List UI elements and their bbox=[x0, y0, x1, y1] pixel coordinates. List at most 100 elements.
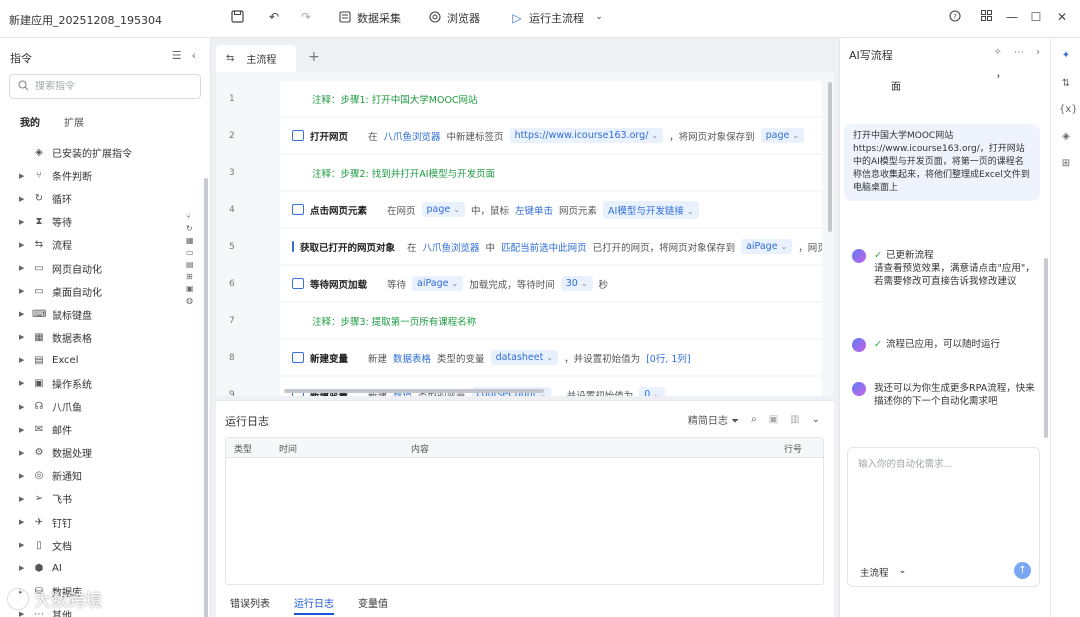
installed-extensions-item[interactable]: ▶ ◈ 已安装的扩展指令 bbox=[0, 141, 200, 164]
command-search[interactable] bbox=[9, 74, 201, 99]
sidebar-item-feishu[interactable]: ▶ ➢ 飞书 bbox=[0, 487, 200, 510]
minimize-icon[interactable]: — bbox=[1005, 10, 1019, 24]
col-time: 时间 bbox=[279, 445, 298, 455]
search-icon[interactable]: ⌕ bbox=[751, 414, 757, 425]
param-chip[interactable]: https://www.icourse163.org/⌄ bbox=[509, 128, 664, 143]
maximize-icon[interactable]: ☐ bbox=[1029, 10, 1043, 24]
chevron-down-icon[interactable]: ⌄ bbox=[812, 414, 820, 425]
param-text: ，将网页对象保存到 bbox=[669, 131, 755, 143]
globe-mini-icon: ◍ bbox=[186, 296, 193, 305]
flow-lines: 1 注释：步骤1: 打开中国大学MOOC网站 2 打开网页在八爪鱼浏览器 中新建标签页 h… bbox=[216, 80, 834, 396]
flow-line[interactable]: 1 注释：步骤1: 打开中国大学MOOC网站 bbox=[216, 80, 834, 117]
action-line[interactable]: 点击网页元素 在网页 page ⌄ 中，鼠标 左键单击 网页元素 AI模型与开发链接 ⌄ bbox=[280, 192, 822, 227]
ai-input-field[interactable] bbox=[858, 456, 1028, 516]
sidebar-item-mail[interactable]: ▶ ✉ 邮件 bbox=[0, 418, 200, 441]
action-line[interactable]: 新建变量新建数值类型的变量courseCount⌄，并设置初始值为0⌄ bbox=[280, 377, 822, 396]
flow-line[interactable]: 4 点击网页元素 在网页 page ⌄ 中，鼠标 左键单击 网页元素 AI模型与开发链接 ⌄ bbox=[216, 191, 834, 228]
sidebar-item-notify[interactable]: ▶ ◎ 新通知 bbox=[0, 464, 200, 487]
sidebar-item-os[interactable]: ▶ ▣ 操作系统 bbox=[0, 372, 200, 395]
layers-icon[interactable]: ◈ bbox=[1059, 131, 1073, 145]
param-chip[interactable]: datasheet ⌄ bbox=[490, 350, 559, 365]
sidebar-item-web-automation[interactable]: ▶ ▭ 网页自动化 bbox=[0, 256, 200, 279]
tab-error-list[interactable]: 错误列表 bbox=[230, 595, 270, 615]
sidebar-scrollbar[interactable] bbox=[204, 178, 208, 617]
flow-list-icon[interactable]: ⇅ bbox=[1059, 78, 1073, 92]
tab-run-log[interactable]: 运行日志 bbox=[294, 595, 334, 615]
more-icon[interactable]: ⋯ bbox=[1014, 47, 1024, 58]
sidebar-item-condition[interactable]: ▶ ⑂ 条件判断 bbox=[0, 164, 200, 187]
send-button[interactable]: ↑ bbox=[1014, 562, 1031, 579]
param-chip[interactable]: page ⌄ bbox=[760, 128, 805, 143]
param-chip-value: aiPage bbox=[417, 278, 449, 289]
sidebar-item-doc[interactable]: ▶ ▯ 文档 bbox=[0, 534, 200, 557]
comment-line[interactable]: 注释：步骤2: 找到并打开AI模型与开发页面 bbox=[280, 155, 822, 190]
ai-panel-scrollbar[interactable] bbox=[1044, 258, 1048, 438]
undo-button[interactable]: ↶ bbox=[267, 10, 281, 24]
sidebar-item-data-table[interactable]: ▶ ▦ 数据表格 bbox=[0, 326, 200, 349]
action-line[interactable]: 等待网页加载 等待 aiPage ⌄ 加载完成，等待时间 30 ⌄ 秒 bbox=[280, 266, 822, 301]
plugins-icon[interactable]: ⊞ bbox=[1059, 158, 1073, 172]
param-text: 在网页 bbox=[387, 205, 416, 217]
browser-button[interactable]: 浏览器 bbox=[428, 10, 480, 26]
editor-horizontal-scrollbar[interactable] bbox=[284, 389, 544, 393]
comment-line[interactable]: 注释：步骤1: 打开中国大学MOOC网站 bbox=[280, 81, 822, 116]
param-chip[interactable]: 30 ⌄ bbox=[560, 276, 593, 291]
ai-sparkle-icon[interactable]: ✦ bbox=[1059, 50, 1073, 64]
help-icon[interactable]: ? bbox=[948, 10, 962, 25]
tab-main-flow[interactable]: ⇆ 主流程 bbox=[216, 45, 296, 72]
chevron-right-icon[interactable]: › bbox=[1036, 47, 1040, 58]
sidebar-item-dingtalk[interactable]: ▶ ✈ 钉钉 bbox=[0, 511, 200, 534]
run-dropdown-button[interactable]: ⌄ bbox=[592, 10, 606, 24]
flow-line[interactable]: 2 打开网页 在八爪鱼浏览器 中新建标签页 https://www.icourse163… bbox=[216, 117, 834, 154]
flow-line[interactable]: 3 注释：步骤2: 找到并打开AI模型与开发页面 bbox=[216, 154, 834, 191]
param-chip[interactable]: aiPage ⌄ bbox=[412, 276, 464, 291]
tab-mine[interactable]: 我的 bbox=[20, 114, 40, 129]
save-icon bbox=[230, 10, 244, 24]
sidebar-item-wait[interactable]: ▶ ⧗ 等待 bbox=[0, 210, 200, 233]
export-icon[interactable]: ▣ bbox=[769, 414, 778, 425]
redo-button[interactable]: ↷ bbox=[299, 10, 313, 24]
broom-icon[interactable]: ✧ bbox=[994, 47, 1002, 58]
param-chip[interactable]: page ⌄ bbox=[421, 202, 465, 217]
sidebar-item-ai[interactable]: ▶ ⬢ AI bbox=[0, 557, 200, 580]
comment-line[interactable]: 注释：步骤3: 提取第一页所有课程名称 bbox=[280, 303, 822, 338]
action-line[interactable]: 获取已打开的网页对象在八爪鱼浏览器中匹配当前选中此网页 已打开的网页，将网页对象保… bbox=[280, 229, 822, 264]
action-line[interactable]: 打开网页 在八爪鱼浏览器 中新建标签页 https://www.icourse163.… bbox=[280, 118, 822, 153]
log-filter[interactable]: 精简日志 ⏷ bbox=[688, 412, 739, 427]
flow-line[interactable]: 7 注释：步骤3: 提取第一页所有课程名称 bbox=[216, 302, 834, 339]
chevron-left-icon[interactable]: ‹ bbox=[192, 49, 196, 62]
flow-line[interactable]: 9新建变量新建数值类型的变量courseCount⌄，并设置初始值为0⌄ bbox=[216, 376, 834, 396]
editor-vertical-scrollbar[interactable] bbox=[828, 82, 832, 232]
flow-line[interactable]: 6 等待网页加载 等待 aiPage ⌄ 加载完成，等待时间 30 ⌄ 秒 bbox=[216, 265, 834, 302]
sidebar-item-excel[interactable]: ▶ ▤ Excel bbox=[0, 349, 200, 372]
collapse-all-icon[interactable]: ☰ bbox=[172, 49, 182, 62]
sidebar-item-flow[interactable]: ▶ ⇆ 流程 bbox=[0, 233, 200, 256]
grid-icon[interactable] bbox=[979, 10, 993, 24]
param-chip[interactable]: AI模型与开发链接 ⌄ bbox=[603, 200, 699, 219]
save-button[interactable] bbox=[230, 10, 244, 24]
clear-icon[interactable]: ▥ bbox=[790, 414, 799, 425]
param-chip[interactable]: aiPage ⌄ bbox=[741, 239, 793, 254]
flow-line[interactable]: 5 获取已打开的网页对象在八爪鱼浏览器中匹配当前选中此网页 已打开的网页，将网页对象… bbox=[216, 228, 834, 265]
tab-extensions[interactable]: 扩展 bbox=[64, 114, 84, 129]
sidebar-item-octopus[interactable]: ▶ ☊ 八爪鱼 bbox=[0, 395, 200, 418]
right-rail: ✦ ⇅ {x} ◈ ⊞ bbox=[1050, 38, 1080, 617]
add-tab-button[interactable]: + bbox=[308, 49, 320, 65]
tab-variables[interactable]: 变量值 bbox=[358, 595, 388, 615]
flow-select[interactable]: 主流程 ⌄ bbox=[860, 565, 906, 579]
sidebar-item-loop[interactable]: ▶ ↻ 循环 bbox=[0, 187, 200, 210]
param-link: [0行, 1列] bbox=[646, 353, 691, 365]
sidebar-item-mouse-keyboard[interactable]: ▶ ⌨ 鼠标键盘 bbox=[0, 303, 200, 326]
close-icon[interactable]: ✕ bbox=[1055, 10, 1069, 24]
run-log-panel: 运行日志 精简日志 ⏷ ⌕ ▣ ▥ ⌄ 类型 时间 内容 行号 错误列表 运行日… bbox=[216, 400, 834, 617]
action-line[interactable]: 新建变量 新建 数据表格 类型的变量 datasheet ⌄ ，并设置初始值为 [0行, 1列… bbox=[280, 340, 822, 375]
run-main-flow-button[interactable]: ▷ 运行主流程 bbox=[510, 10, 584, 26]
sidebar-item-desktop-automation[interactable]: ▶ ▭ 桌面自动化 bbox=[0, 280, 200, 303]
param-chip[interactable]: 0 ⌄ bbox=[639, 387, 665, 396]
search-input[interactable] bbox=[35, 81, 185, 92]
flow-line[interactable]: 8 新建变量 新建 数据表格 类型的变量 datasheet ⌄ ，并设置初始值为 [0行, 1… bbox=[216, 339, 834, 376]
variables-icon[interactable]: {x} bbox=[1059, 104, 1078, 118]
sidebar-item-data-processing[interactable]: ▶ ⚙ 数据处理 bbox=[0, 441, 200, 464]
browser-icon bbox=[428, 11, 442, 25]
data-collect-button[interactable]: 数据采集 bbox=[338, 10, 401, 26]
